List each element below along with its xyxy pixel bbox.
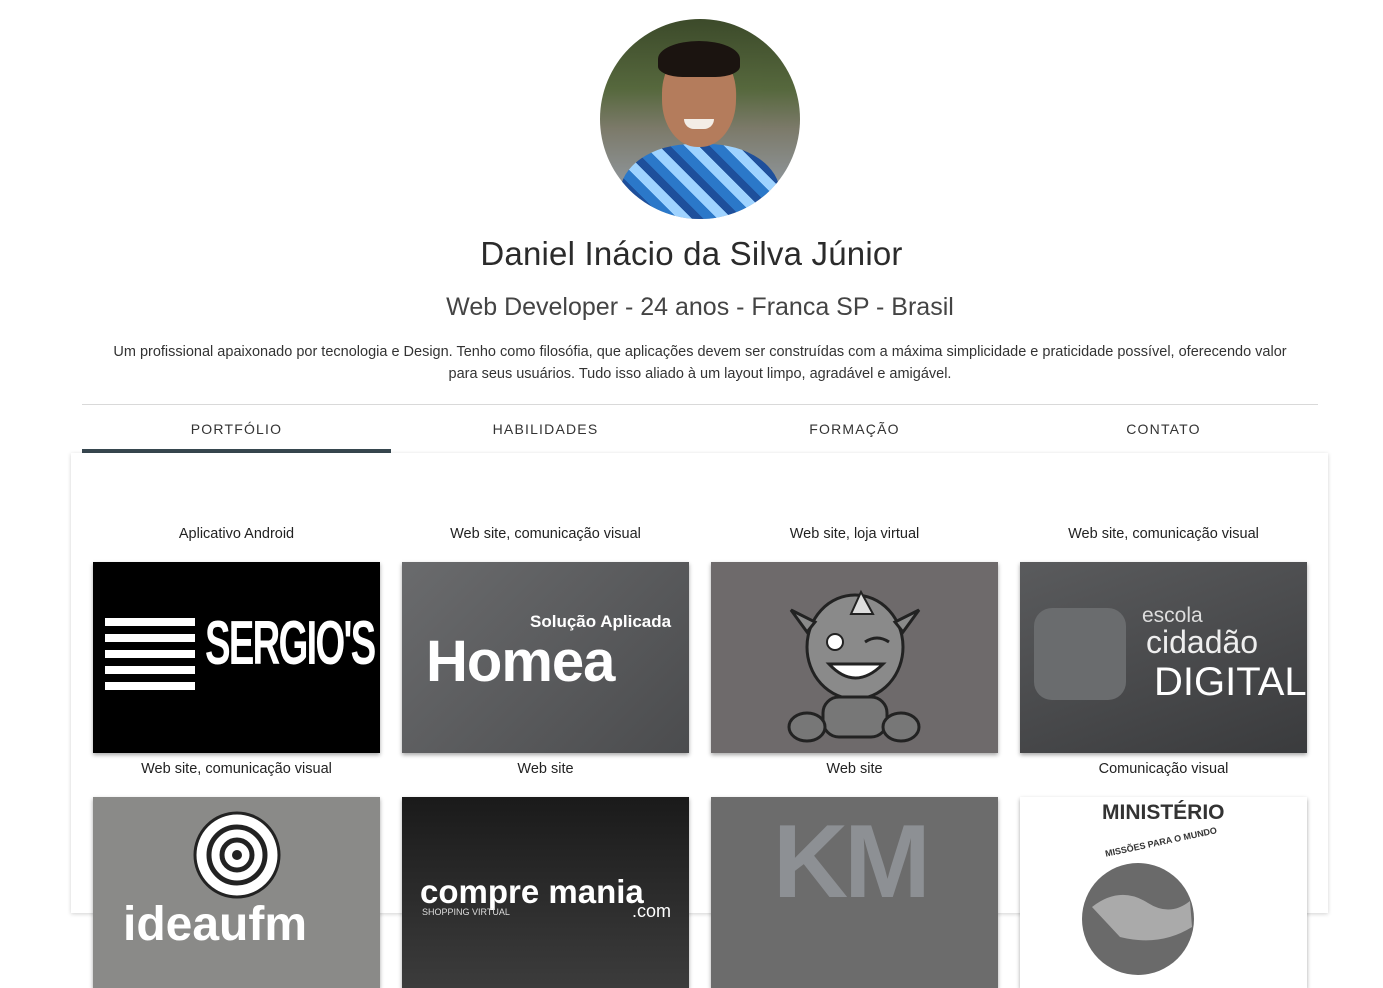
profile-bio: Um profissional apaixonado por tecnologi… — [86, 341, 1314, 385]
spiral-logo-icon — [193, 811, 281, 899]
profile-avatar — [600, 19, 800, 219]
card-caption: Aplicativo Android — [178, 526, 295, 542]
tab-portfolio[interactable]: PORTFÓLIO — [82, 405, 391, 453]
card-logo-text: compre mania — [420, 873, 644, 910]
globe-icon — [1082, 863, 1194, 975]
card-thumbnail[interactable]: SERGIO'S — [93, 562, 380, 753]
card-thumbnail[interactable]: ideaufm — [93, 797, 380, 988]
portfolio-card: Web site compre mania SHOPPING VIRTUAL .… — [402, 758, 689, 988]
card-thumbnail[interactable]: KM — [711, 797, 998, 988]
tab-bar: PORTFÓLIO HABILIDADES FORMAÇÃO CONTATO — [82, 405, 1318, 453]
card-thumbnail[interactable]: Solução Aplicada Homea — [402, 562, 689, 753]
tab-contato[interactable]: CONTATO — [1009, 405, 1318, 453]
mascot-icon — [787, 589, 921, 743]
card-logo-subtitle: SHOPPING VIRTUAL — [422, 907, 510, 917]
tab-formacao[interactable]: FORMAÇÃO — [700, 405, 1009, 453]
card-thumbnail[interactable]: MINISTÉRIO MISSÕES PARA O MUNDO — [1020, 797, 1307, 988]
portfolio-card: Web site, comunicação visual Solução Apl… — [402, 523, 689, 753]
card-caption: Web site, comunicação visual — [450, 526, 641, 542]
portfolio-card: Web site, comunicação visual escola cida… — [1020, 523, 1307, 753]
profile-name: Daniel Inácio da Silva Júnior — [480, 235, 903, 272]
card-thumbnail[interactable]: compre mania SHOPPING VIRTUAL .com — [402, 797, 689, 988]
card-logo-text: DIGITAL — [1154, 660, 1307, 704]
portfolio-card: Web site, loja virtual — [711, 523, 998, 753]
portfolio-card: Comunicação visual MINISTÉRIO MISSÕES PA… — [1020, 758, 1307, 988]
card-caption: Comunicação visual — [1098, 761, 1229, 777]
card-thumbnail[interactable] — [711, 562, 998, 753]
card-logo-text: KM — [773, 804, 931, 920]
card-caption: Web site — [517, 761, 574, 777]
portfolio-card: Web site KM — [711, 758, 998, 988]
cd-emblem-icon — [1034, 608, 1126, 700]
profile-subtitle: Web Developer - 24 anos - Franca SP - Br… — [446, 293, 954, 321]
card-caption: Web site, loja virtual — [789, 526, 920, 542]
logo-stripes — [105, 618, 195, 698]
card-logo-tail: .com — [632, 901, 672, 921]
portfolio-card: Web site, comunicação visual ideaufm — [93, 758, 380, 988]
card-thumbnail[interactable]: escola cidadão DIGITAL — [1020, 562, 1307, 753]
bio-line: para seus usuários. Tudo isso aliado à u… — [448, 366, 952, 382]
card-logo-text: MINISTÉRIO — [1102, 801, 1225, 824]
card-caption: Web site, comunicação visual — [141, 761, 332, 777]
avatar-shirt — [620, 144, 780, 219]
tab-habilidades[interactable]: HABILIDADES — [391, 405, 700, 453]
card-logo-text: SERGIO'S — [205, 609, 376, 678]
card-logo-text: Homea — [426, 629, 615, 694]
card-caption: Web site — [826, 761, 883, 777]
portfolio-card: Aplicativo Android SERGIO'S — [93, 523, 380, 753]
avatar-hair — [658, 41, 740, 77]
portfolio-panel: Aplicativo Android SERGIO'S Web site, co… — [71, 453, 1328, 988]
card-logo-middle: cidadão — [1146, 624, 1259, 660]
bio-line: Um profissional apaixonado por tecnologi… — [113, 344, 1287, 360]
card-logo-text: ideaufm — [123, 898, 308, 951]
card-caption: Web site, comunicação visual — [1068, 526, 1259, 542]
